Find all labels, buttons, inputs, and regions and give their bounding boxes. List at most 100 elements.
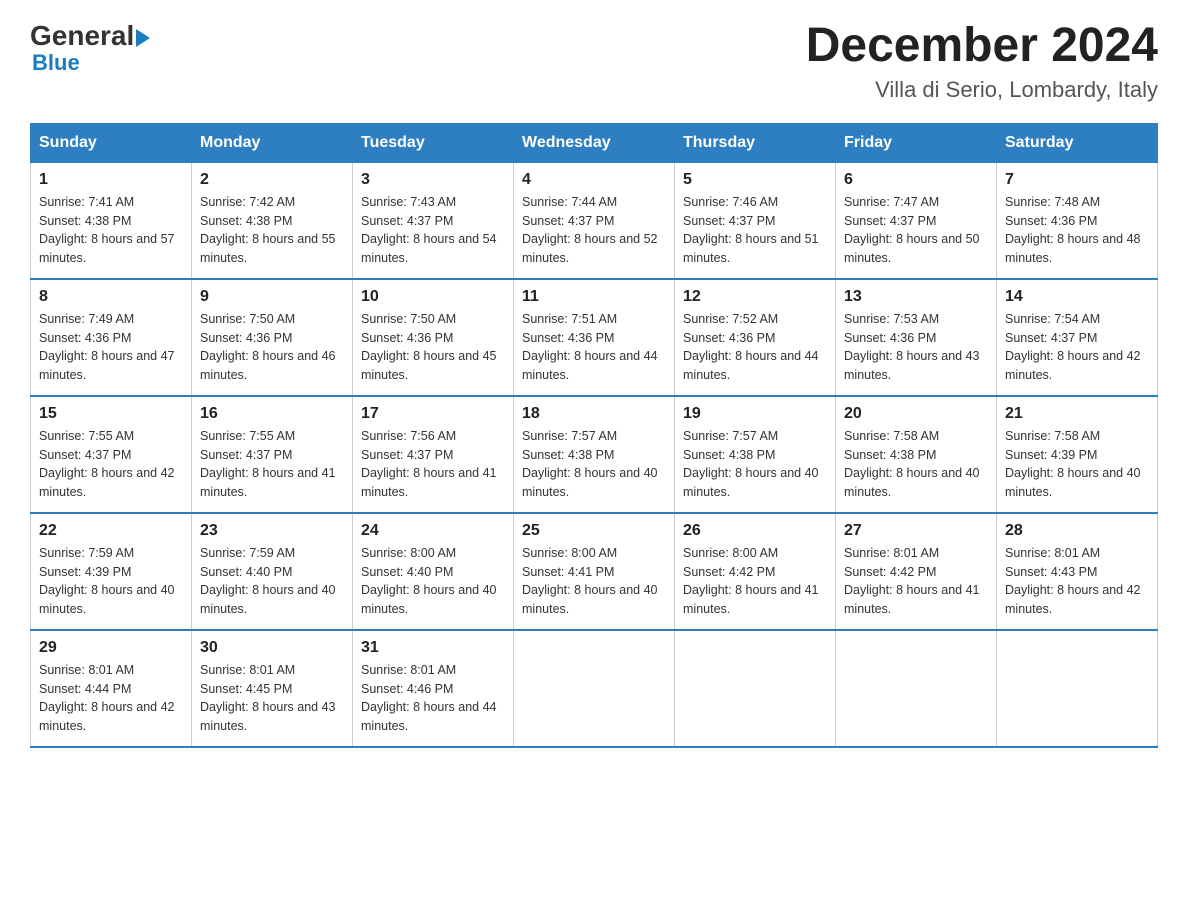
calendar-cell: 27 Sunrise: 8:01 AMSunset: 4:42 PMDaylig…	[836, 513, 997, 630]
day-number: 24	[361, 522, 505, 540]
day-number: 15	[39, 405, 183, 423]
calendar-cell	[836, 630, 997, 747]
calendar-cell: 19 Sunrise: 7:57 AMSunset: 4:38 PMDaylig…	[675, 396, 836, 513]
day-info: Sunrise: 8:01 AMSunset: 4:44 PMDaylight:…	[39, 663, 175, 733]
day-info: Sunrise: 8:00 AMSunset: 4:40 PMDaylight:…	[361, 546, 497, 616]
day-info: Sunrise: 7:53 AMSunset: 4:36 PMDaylight:…	[844, 312, 980, 382]
calendar-cell: 6 Sunrise: 7:47 AMSunset: 4:37 PMDayligh…	[836, 162, 997, 279]
day-info: Sunrise: 7:58 AMSunset: 4:39 PMDaylight:…	[1005, 429, 1141, 499]
calendar-week-row: 15 Sunrise: 7:55 AMSunset: 4:37 PMDaylig…	[31, 396, 1158, 513]
calendar-cell: 30 Sunrise: 8:01 AMSunset: 4:45 PMDaylig…	[192, 630, 353, 747]
day-number: 29	[39, 639, 183, 657]
day-number: 27	[844, 522, 988, 540]
calendar-cell	[997, 630, 1158, 747]
day-info: Sunrise: 7:55 AMSunset: 4:37 PMDaylight:…	[39, 429, 175, 499]
calendar-week-row: 8 Sunrise: 7:49 AMSunset: 4:36 PMDayligh…	[31, 279, 1158, 396]
day-info: Sunrise: 8:01 AMSunset: 4:46 PMDaylight:…	[361, 663, 497, 733]
day-info: Sunrise: 7:52 AMSunset: 4:36 PMDaylight:…	[683, 312, 819, 382]
day-info: Sunrise: 7:56 AMSunset: 4:37 PMDaylight:…	[361, 429, 497, 499]
day-info: Sunrise: 7:43 AMSunset: 4:37 PMDaylight:…	[361, 195, 497, 265]
day-info: Sunrise: 7:58 AMSunset: 4:38 PMDaylight:…	[844, 429, 980, 499]
day-number: 7	[1005, 171, 1149, 189]
logo-triangle-icon	[136, 29, 150, 47]
calendar-cell: 4 Sunrise: 7:44 AMSunset: 4:37 PMDayligh…	[514, 162, 675, 279]
calendar-cell: 31 Sunrise: 8:01 AMSunset: 4:46 PMDaylig…	[353, 630, 514, 747]
day-info: Sunrise: 8:01 AMSunset: 4:43 PMDaylight:…	[1005, 546, 1141, 616]
day-number: 17	[361, 405, 505, 423]
day-number: 21	[1005, 405, 1149, 423]
calendar-cell: 7 Sunrise: 7:48 AMSunset: 4:36 PMDayligh…	[997, 162, 1158, 279]
day-number: 6	[844, 171, 988, 189]
day-info: Sunrise: 7:57 AMSunset: 4:38 PMDaylight:…	[522, 429, 658, 499]
day-number: 10	[361, 288, 505, 306]
calendar-cell: 15 Sunrise: 7:55 AMSunset: 4:37 PMDaylig…	[31, 396, 192, 513]
day-number: 12	[683, 288, 827, 306]
calendar-cell	[675, 630, 836, 747]
logo-general-text: General	[30, 20, 134, 52]
day-number: 28	[1005, 522, 1149, 540]
calendar-cell: 2 Sunrise: 7:42 AMSunset: 4:38 PMDayligh…	[192, 162, 353, 279]
logo: General Blue	[30, 20, 150, 76]
day-number: 19	[683, 405, 827, 423]
calendar-cell: 9 Sunrise: 7:50 AMSunset: 4:36 PMDayligh…	[192, 279, 353, 396]
header-sunday: Sunday	[31, 123, 192, 162]
calendar-cell: 21 Sunrise: 7:58 AMSunset: 4:39 PMDaylig…	[997, 396, 1158, 513]
calendar-cell	[514, 630, 675, 747]
day-number: 4	[522, 171, 666, 189]
calendar-cell: 22 Sunrise: 7:59 AMSunset: 4:39 PMDaylig…	[31, 513, 192, 630]
day-info: Sunrise: 7:57 AMSunset: 4:38 PMDaylight:…	[683, 429, 819, 499]
day-number: 14	[1005, 288, 1149, 306]
day-info: Sunrise: 8:00 AMSunset: 4:42 PMDaylight:…	[683, 546, 819, 616]
calendar-cell: 16 Sunrise: 7:55 AMSunset: 4:37 PMDaylig…	[192, 396, 353, 513]
day-number: 16	[200, 405, 344, 423]
calendar-cell: 10 Sunrise: 7:50 AMSunset: 4:36 PMDaylig…	[353, 279, 514, 396]
day-number: 13	[844, 288, 988, 306]
day-info: Sunrise: 7:50 AMSunset: 4:36 PMDaylight:…	[361, 312, 497, 382]
day-info: Sunrise: 7:59 AMSunset: 4:39 PMDaylight:…	[39, 546, 175, 616]
calendar-cell: 1 Sunrise: 7:41 AMSunset: 4:38 PMDayligh…	[31, 162, 192, 279]
calendar-week-row: 29 Sunrise: 8:01 AMSunset: 4:44 PMDaylig…	[31, 630, 1158, 747]
day-number: 1	[39, 171, 183, 189]
calendar-cell: 26 Sunrise: 8:00 AMSunset: 4:42 PMDaylig…	[675, 513, 836, 630]
day-info: Sunrise: 7:54 AMSunset: 4:37 PMDaylight:…	[1005, 312, 1141, 382]
header-monday: Monday	[192, 123, 353, 162]
day-number: 30	[200, 639, 344, 657]
header-right: December 2024 Villa di Serio, Lombardy, …	[806, 20, 1158, 103]
day-info: Sunrise: 8:01 AMSunset: 4:42 PMDaylight:…	[844, 546, 980, 616]
calendar-cell: 23 Sunrise: 7:59 AMSunset: 4:40 PMDaylig…	[192, 513, 353, 630]
calendar-cell: 3 Sunrise: 7:43 AMSunset: 4:37 PMDayligh…	[353, 162, 514, 279]
page-header: General Blue December 2024 Villa di Seri…	[30, 20, 1158, 103]
day-info: Sunrise: 7:50 AMSunset: 4:36 PMDaylight:…	[200, 312, 336, 382]
header-tuesday: Tuesday	[353, 123, 514, 162]
day-info: Sunrise: 8:01 AMSunset: 4:45 PMDaylight:…	[200, 663, 336, 733]
calendar-cell: 29 Sunrise: 8:01 AMSunset: 4:44 PMDaylig…	[31, 630, 192, 747]
calendar-cell: 20 Sunrise: 7:58 AMSunset: 4:38 PMDaylig…	[836, 396, 997, 513]
calendar-cell: 18 Sunrise: 7:57 AMSunset: 4:38 PMDaylig…	[514, 396, 675, 513]
day-number: 3	[361, 171, 505, 189]
day-number: 8	[39, 288, 183, 306]
header-saturday: Saturday	[997, 123, 1158, 162]
day-info: Sunrise: 7:59 AMSunset: 4:40 PMDaylight:…	[200, 546, 336, 616]
day-number: 18	[522, 405, 666, 423]
day-info: Sunrise: 7:55 AMSunset: 4:37 PMDaylight:…	[200, 429, 336, 499]
day-info: Sunrise: 7:44 AMSunset: 4:37 PMDaylight:…	[522, 195, 658, 265]
calendar-cell: 25 Sunrise: 8:00 AMSunset: 4:41 PMDaylig…	[514, 513, 675, 630]
calendar-cell: 8 Sunrise: 7:49 AMSunset: 4:36 PMDayligh…	[31, 279, 192, 396]
day-number: 9	[200, 288, 344, 306]
day-info: Sunrise: 7:41 AMSunset: 4:38 PMDaylight:…	[39, 195, 175, 265]
logo-blue-text: Blue	[32, 50, 80, 76]
day-number: 11	[522, 288, 666, 306]
calendar-table: SundayMondayTuesdayWednesdayThursdayFrid…	[30, 123, 1158, 748]
day-info: Sunrise: 7:48 AMSunset: 4:36 PMDaylight:…	[1005, 195, 1141, 265]
day-number: 23	[200, 522, 344, 540]
day-info: Sunrise: 7:46 AMSunset: 4:37 PMDaylight:…	[683, 195, 819, 265]
day-info: Sunrise: 7:51 AMSunset: 4:36 PMDaylight:…	[522, 312, 658, 382]
header-wednesday: Wednesday	[514, 123, 675, 162]
day-info: Sunrise: 7:47 AMSunset: 4:37 PMDaylight:…	[844, 195, 980, 265]
calendar-header-row: SundayMondayTuesdayWednesdayThursdayFrid…	[31, 123, 1158, 162]
calendar-cell: 28 Sunrise: 8:01 AMSunset: 4:43 PMDaylig…	[997, 513, 1158, 630]
calendar-cell: 17 Sunrise: 7:56 AMSunset: 4:37 PMDaylig…	[353, 396, 514, 513]
day-number: 20	[844, 405, 988, 423]
calendar-cell: 14 Sunrise: 7:54 AMSunset: 4:37 PMDaylig…	[997, 279, 1158, 396]
calendar-cell: 13 Sunrise: 7:53 AMSunset: 4:36 PMDaylig…	[836, 279, 997, 396]
